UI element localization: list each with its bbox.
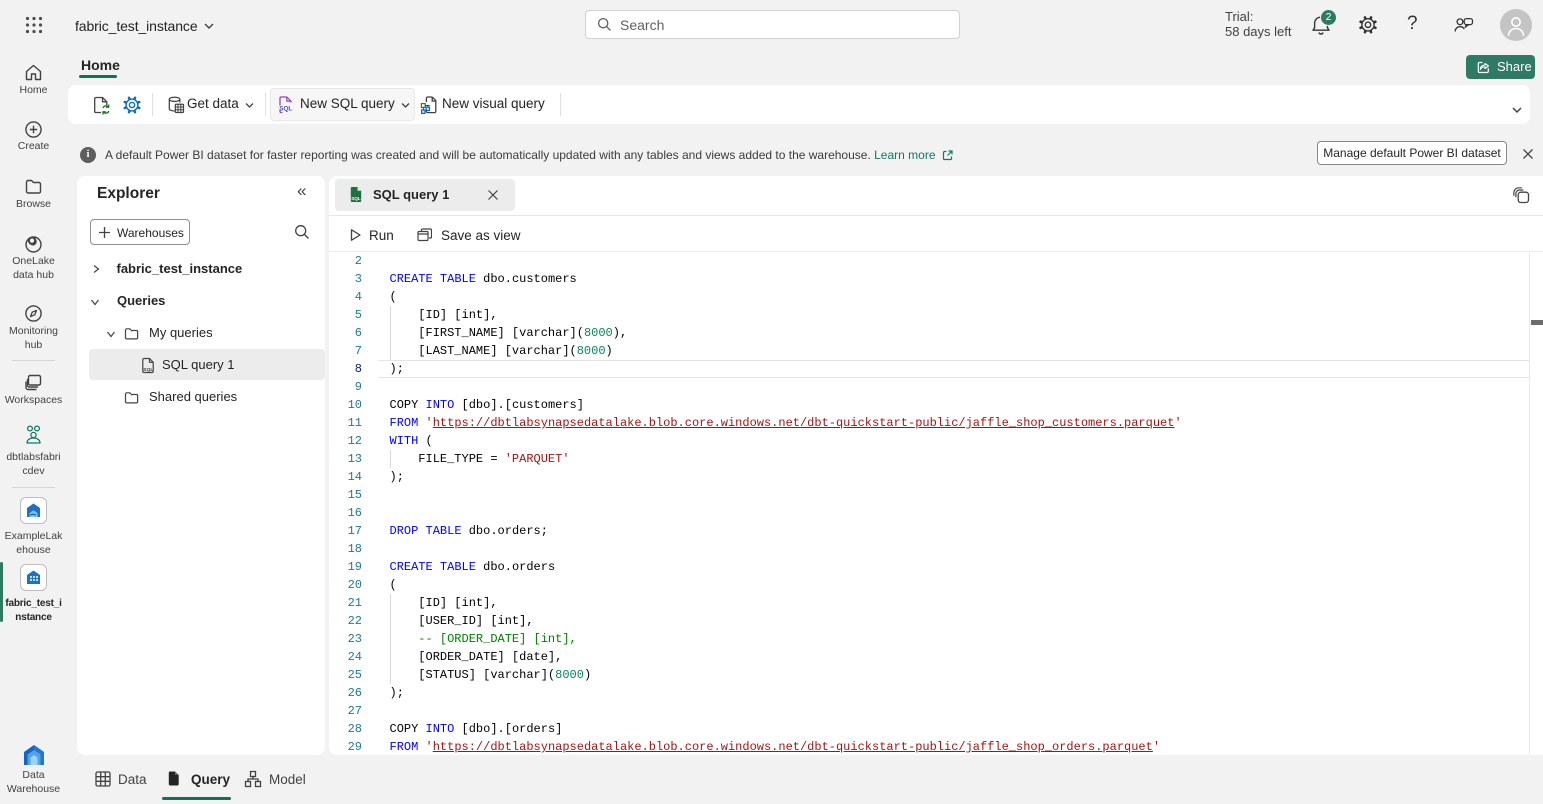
svg-text:SQL: SQL	[279, 105, 292, 112]
svg-text:SQL: SQL	[351, 196, 361, 201]
svg-text:SQL: SQL	[143, 367, 153, 373]
